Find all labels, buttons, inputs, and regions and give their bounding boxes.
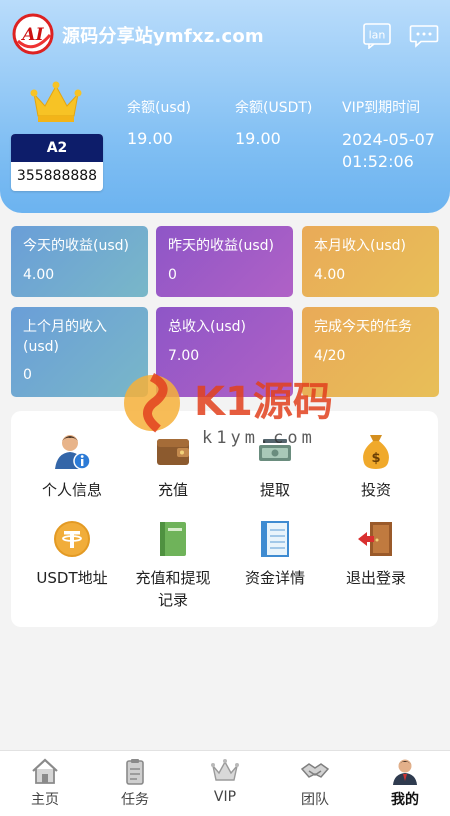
- clipboard-icon: [126, 759, 144, 785]
- record-book-icon: [160, 522, 186, 556]
- menu-recharge[interactable]: 充值: [123, 431, 223, 501]
- person-icon: [393, 759, 417, 785]
- language-label: lan: [369, 29, 386, 42]
- vip-expiry-label: VIP到期时间: [342, 100, 421, 116]
- tile-label: 完成今天的任务: [314, 319, 412, 335]
- menu-logout[interactable]: 退出登录: [326, 519, 426, 589]
- tile-value: 4/20: [314, 348, 346, 364]
- tab-label: 团队: [301, 792, 329, 808]
- member-level: A2: [11, 134, 103, 162]
- tile-label: 今天的收益(usd): [23, 238, 129, 254]
- menu-label: 充值: [157, 481, 188, 499]
- tile-value: 4.00: [23, 267, 55, 283]
- wallet-icon: [157, 439, 189, 465]
- money-bag-icon: $: [363, 435, 389, 469]
- menu-label: USDT地址: [36, 569, 108, 587]
- home-icon: [32, 758, 58, 784]
- menu-label: 个人信息: [41, 481, 102, 499]
- menu-withdraw[interactable]: 提取: [225, 431, 325, 501]
- tile-label: 昨天的收益(usd): [168, 238, 274, 254]
- balance-usd-value: 19.00: [127, 129, 173, 148]
- tab-label: 我的: [391, 792, 419, 808]
- vip-expiry-value: 2024-05-07 01:52:06: [342, 130, 435, 171]
- tab-home[interactable]: 主页: [0, 751, 90, 816]
- tile-today-tasks: 完成今天的任务 4/20: [302, 307, 439, 397]
- profile-header: AI 源码分享站ymfxz.com lan A2 355888888 余额(us…: [0, 0, 450, 213]
- tile-last-month-income: 上个月的收入(usd) 0: [11, 307, 148, 397]
- tab-team[interactable]: 团队: [270, 751, 360, 816]
- tile-value: 0: [23, 367, 32, 383]
- function-menu: 个人信息 充值 提取 $ 投资 USDT地址 充值和提现记录 资金详情 退出登录: [11, 411, 438, 627]
- svg-text:$: $: [371, 451, 380, 466]
- user-info-icon: [55, 435, 91, 470]
- tile-label: 总收入(usd): [168, 319, 246, 335]
- member-id: 355888888: [16, 168, 98, 184]
- tile-month-income: 本月收入(usd) 4.00: [302, 226, 439, 297]
- tile-yesterday-earnings: 昨天的收益(usd) 0: [156, 226, 293, 297]
- tile-today-earnings: 今天的收益(usd) 4.00: [11, 226, 148, 297]
- tile-value: 4.00: [314, 267, 346, 283]
- crown-icon: [211, 759, 239, 781]
- balance-usd-label: 余额(usd): [127, 100, 191, 116]
- menu-label: 退出登录: [345, 569, 406, 587]
- menu-invest[interactable]: $ 投资: [326, 431, 426, 501]
- handshake-icon: [300, 763, 330, 778]
- menu-label: 投资: [360, 481, 391, 499]
- tab-vip[interactable]: VIP: [180, 751, 270, 816]
- message-icon[interactable]: [409, 24, 439, 48]
- menu-label: 资金详情: [244, 569, 305, 587]
- tab-label: 任务: [121, 792, 149, 808]
- language-icon[interactable]: lan: [363, 23, 391, 49]
- site-logo-icon: AI: [12, 13, 54, 55]
- logo-text: AI: [20, 25, 44, 45]
- member-level-card: A2 355888888: [11, 134, 103, 191]
- logout-door-icon: [358, 522, 392, 556]
- menu-usdt-address[interactable]: USDT地址: [22, 519, 122, 589]
- bottom-tab-bar: 主页 任务 VIP 团队 我的: [0, 750, 450, 816]
- menu-personal-info[interactable]: 个人信息: [22, 431, 122, 501]
- tile-value: 7.00: [168, 348, 200, 364]
- cash-icon: [259, 439, 291, 461]
- site-title: 源码分享站ymfxz.com: [62, 26, 264, 47]
- tab-label: VIP: [213, 789, 237, 805]
- tile-label: 上个月的收入(usd): [23, 319, 107, 355]
- ledger-icon: [261, 521, 289, 557]
- balance-usdt-value: 19.00: [235, 129, 281, 148]
- tab-label: 主页: [31, 792, 59, 808]
- menu-label: 充值和提现记录: [135, 569, 211, 609]
- balance-usdt-label: 余额(USDT): [235, 100, 313, 116]
- tile-label: 本月收入(usd): [314, 238, 406, 254]
- tab-mine[interactable]: 我的: [360, 751, 450, 816]
- tile-value: 0: [168, 267, 177, 283]
- menu-recharge-withdraw-records[interactable]: 充值和提现记录: [123, 519, 223, 611]
- menu-label: 提取: [259, 481, 290, 499]
- menu-fund-details[interactable]: 资金详情: [225, 519, 325, 589]
- tether-coin-icon: [54, 521, 90, 557]
- vip-crown-icon: [30, 81, 82, 122]
- tile-total-income: 总收入(usd) 7.00: [156, 307, 293, 397]
- tab-tasks[interactable]: 任务: [90, 751, 180, 816]
